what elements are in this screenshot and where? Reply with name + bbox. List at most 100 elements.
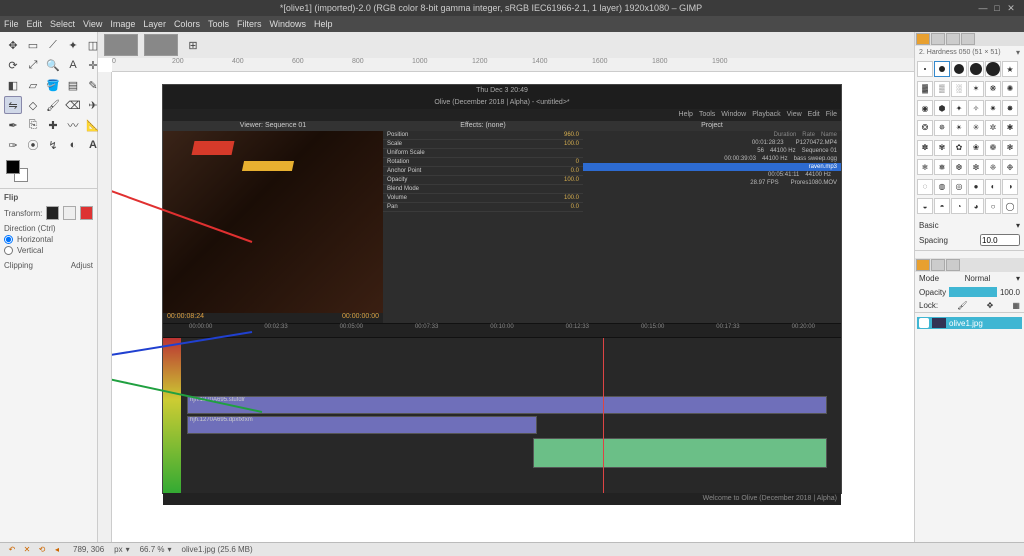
visibility-icon[interactable] xyxy=(919,318,929,328)
lock-pixels-icon[interactable]: 🖌 xyxy=(957,301,967,310)
paintbrush-tool[interactable]: 🖌 xyxy=(44,96,62,114)
transform-selection-icon[interactable] xyxy=(63,206,76,220)
canvas-area: ⊞ 0200400600800100012001400160018001900 … xyxy=(98,32,914,542)
smudge-tool[interactable]: 〰 xyxy=(64,116,82,134)
transform-layer-icon[interactable] xyxy=(46,206,59,220)
perspective-tool[interactable]: ▱ xyxy=(24,76,42,94)
redo-icon[interactable]: ✕ xyxy=(21,544,33,556)
horizontal-ruler: 0200400600800100012001400160018001900 xyxy=(112,58,914,72)
menu-tools[interactable]: Tools xyxy=(208,19,229,29)
text-tool[interactable]: A xyxy=(64,56,82,74)
opacity-slider[interactable] xyxy=(949,287,997,297)
free-select-tool[interactable]: ⟋ xyxy=(44,36,62,54)
direction-vertical-label: Vertical xyxy=(17,246,43,255)
bucket-tool[interactable]: 🪣 xyxy=(44,76,62,94)
dock-tab-fonts[interactable] xyxy=(946,33,960,45)
color-picker-tool[interactable]: ⦿ xyxy=(24,136,42,154)
tab-close-icon[interactable]: ⊞ xyxy=(184,36,202,54)
olive-menu-window: Window xyxy=(721,109,746,121)
image-tabs: ⊞ xyxy=(98,32,914,58)
clone-tool[interactable]: ⎘ xyxy=(24,116,42,134)
menu-select[interactable]: Select xyxy=(50,19,75,29)
olive-clip-v2: hjh.1270A695.dpxfxfxm xyxy=(187,416,537,434)
menu-help[interactable]: Help xyxy=(314,19,333,29)
heal-tool[interactable]: ✚ xyxy=(44,116,62,134)
ink-tool[interactable]: ✒ xyxy=(4,116,22,134)
brush-menu-icon[interactable]: ▾ xyxy=(1016,48,1020,57)
opacity-value: 100.0 xyxy=(1000,288,1020,297)
dodge-tool[interactable]: ◐ xyxy=(64,136,82,154)
dock-tab-patterns[interactable] xyxy=(931,33,945,45)
undo-icon[interactable]: ↶ xyxy=(6,544,18,556)
olive-viewer: Viewer: Sequence 01 00:00:08:24 00:00:00… xyxy=(163,121,383,323)
menu-file[interactable]: File xyxy=(4,19,19,29)
menu-image[interactable]: Image xyxy=(110,19,135,29)
zoom-tool[interactable]: 🔍 xyxy=(44,56,62,74)
eraser-tool[interactable]: ⌫ xyxy=(64,96,82,114)
menu-filters[interactable]: Filters xyxy=(237,19,262,29)
dock-tab-history[interactable] xyxy=(961,33,975,45)
unit-select[interactable]: px xyxy=(114,545,122,554)
spacing-input[interactable] xyxy=(980,234,1020,246)
clipping-value[interactable]: Adjust xyxy=(71,261,93,270)
gradient-tool[interactable]: ▤ xyxy=(64,76,82,94)
dock-tab-layers[interactable] xyxy=(916,259,930,271)
delete-icon[interactable]: ⟲ xyxy=(36,544,48,556)
warp-tool[interactable]: ↯ xyxy=(44,136,62,154)
menu-layer[interactable]: Layer xyxy=(143,19,166,29)
menu-windows[interactable]: Windows xyxy=(269,19,306,29)
move-tool[interactable]: ✥ xyxy=(4,36,22,54)
lock-alpha-icon[interactable]: ▦ xyxy=(1012,301,1020,310)
olive-project-title: Project xyxy=(583,121,841,131)
lock-position-icon[interactable]: ✥ xyxy=(987,301,994,310)
menu-colors[interactable]: Colors xyxy=(174,19,200,29)
direction-label: Direction (Ctrl) xyxy=(4,224,93,233)
mode-value[interactable]: Normal xyxy=(965,274,991,283)
shear-tool[interactable]: ◧ xyxy=(4,76,22,94)
foreground-swatch[interactable] xyxy=(6,160,20,174)
close-button[interactable]: ✕ xyxy=(1004,3,1018,14)
brush-name: 2. Hardness 050 (51 × 51) xyxy=(919,49,1001,56)
image-tab-2[interactable] xyxy=(144,34,178,56)
olive-tc-left: 00:00:08:24 xyxy=(167,313,204,323)
dock-tab-paths[interactable] xyxy=(946,259,960,271)
layer-row[interactable]: olive1.jpg xyxy=(917,317,1022,329)
dock-tab-channels[interactable] xyxy=(931,259,945,271)
olive-menu-playback: Playback xyxy=(752,109,780,121)
olive-effects: Effects: (none) Position960.0 Scale100.0… xyxy=(383,121,583,323)
dock-tab-brushes[interactable] xyxy=(916,33,930,45)
canvas[interactable]: Thu Dec 3 20:49 Olive (December 2018 | A… xyxy=(112,72,914,542)
direction-vertical-radio[interactable] xyxy=(4,246,13,255)
menu-edit[interactable]: Edit xyxy=(27,19,43,29)
direction-horizontal-radio[interactable] xyxy=(4,235,13,244)
scale-tool[interactable]: ⤢ xyxy=(24,56,42,74)
olive-timeline: 00:00:0000:02:3300:05:0000:07:3300:10:00… xyxy=(163,323,841,493)
image-tab-1[interactable] xyxy=(104,34,138,56)
maximize-button[interactable]: □ xyxy=(990,3,1004,13)
olive-effects-title: Effects: (none) xyxy=(383,121,583,131)
fg-bg-colors[interactable] xyxy=(0,158,97,188)
mode-menu-icon[interactable]: ▾ xyxy=(1016,274,1020,283)
basic-menu-icon[interactable]: ▾ xyxy=(1016,221,1020,230)
tool-options-title: Flip xyxy=(4,193,93,202)
flip-tool[interactable]: ⇋ xyxy=(4,96,22,114)
transform-path-icon[interactable] xyxy=(80,206,93,220)
layer-list: olive1.jpg xyxy=(915,312,1024,542)
reset-icon[interactable]: ◂ xyxy=(51,544,63,556)
zoom-select[interactable]: 66.7 % xyxy=(140,545,165,554)
minimize-button[interactable]: — xyxy=(976,3,990,13)
path-tool[interactable]: ✑ xyxy=(4,136,22,154)
transform-label: Transform: xyxy=(4,209,42,218)
rect-select-tool[interactable]: ▭ xyxy=(24,36,42,54)
fuzzy-select-tool[interactable]: ✦ xyxy=(64,36,82,54)
olive-clip-v1: hjh.1270A695.stufdlr xyxy=(187,396,827,414)
olive-clip-audio xyxy=(533,438,827,468)
menu-view[interactable]: View xyxy=(83,19,102,29)
olive-menu-tools: Tools xyxy=(699,109,715,121)
statusbar: ↶ ✕ ⟲ ◂ 789, 306 px ▾ 66.7 % ▾ olive1.jp… xyxy=(0,542,1024,556)
olive-tc-right: 00:00:00:00 xyxy=(342,313,379,323)
layer-dock-tabs xyxy=(915,258,1024,272)
mode-label: Mode xyxy=(919,274,939,283)
cage-tool[interactable]: ◇ xyxy=(24,96,42,114)
rotate-tool[interactable]: ⟳ xyxy=(4,56,22,74)
